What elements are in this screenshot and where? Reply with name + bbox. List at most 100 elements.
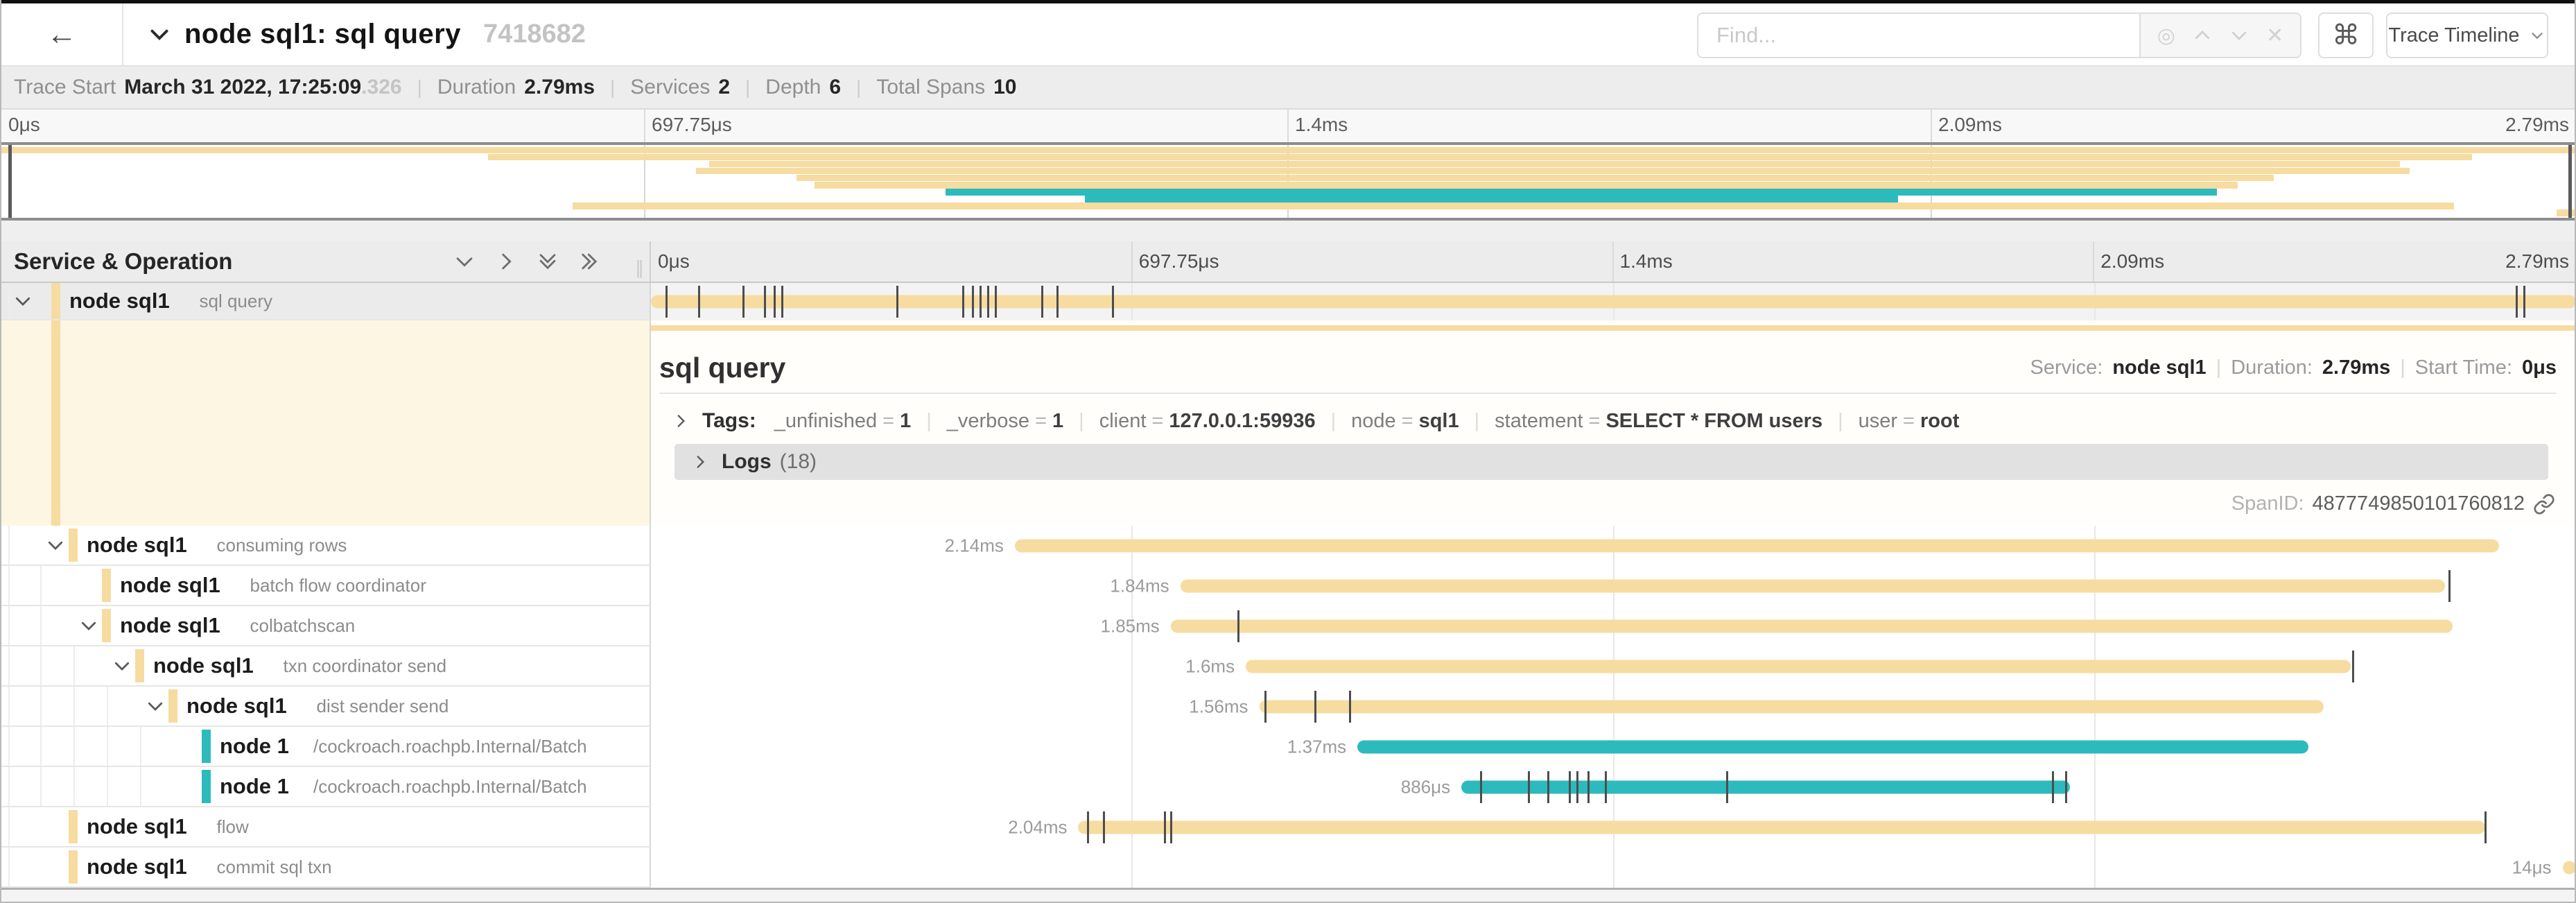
span-row-timeline-cell[interactable]: 1.85ms <box>651 606 2575 646</box>
span-row-name-cell[interactable]: node 1/cockroach.roachpb.Internal/Batch <box>1 727 651 767</box>
span-row[interactable]: node sql1colbatchscan 1.85ms <box>1 606 2575 646</box>
chevron-down-icon <box>2528 26 2546 44</box>
logs-toggle-row[interactable]: Logs (18) <box>675 444 2548 480</box>
span-row[interactable]: node sql1commit sql txn14μs <box>1 848 2575 888</box>
service-color-strip <box>51 283 60 319</box>
expand-all-icon[interactable] <box>577 250 601 273</box>
logs-label: Logs <box>722 450 772 474</box>
span-duration-bar[interactable] <box>1461 781 2070 794</box>
span-expander-chevron-icon[interactable] <box>112 655 132 676</box>
trace-minimap[interactable] <box>1 142 2575 221</box>
service-name: node sql1 <box>87 854 187 879</box>
span-row-timeline-cell[interactable]: 2.14ms <box>651 526 2575 566</box>
span-duration-bar[interactable] <box>1260 700 2324 714</box>
span-row-timeline-cell[interactable]: 1.6ms <box>651 646 2575 687</box>
minimap-right-drag-handle[interactable] <box>2568 145 2572 218</box>
span-row-name-cell[interactable]: node 1/cockroach.roachpb.Internal/Batch <box>1 767 651 807</box>
span-event-tick <box>665 286 668 318</box>
span-expander-chevron-icon[interactable] <box>145 696 166 716</box>
collapse-all-icon[interactable] <box>536 250 559 273</box>
service-color-strip <box>168 689 177 723</box>
depth-value: 6 <box>829 76 841 99</box>
span-row-timeline-cell[interactable] <box>651 283 2575 320</box>
span-event-tick <box>1349 691 1351 723</box>
span-row-timeline-cell[interactable]: 1.37ms <box>651 727 2575 767</box>
find-prev-icon[interactable] <box>2192 25 2213 46</box>
span-event-tick <box>2448 570 2451 602</box>
tags-toggle-row[interactable]: Tags: _unfinished=1|_verbose=1|client=12… <box>672 409 1959 433</box>
tree-depth-guide <box>8 767 10 806</box>
find-input[interactable] <box>1697 12 2141 58</box>
span-row-timeline-cell[interactable]: 14μs <box>651 848 2575 888</box>
tag-value: sql1 <box>1419 410 1459 432</box>
keyboard-shortcuts-button[interactable]: ⌘ <box>2318 12 2374 58</box>
span-row-name-cell[interactable]: node sql1sql query <box>1 283 651 320</box>
collapse-trace-chevron-icon[interactable] <box>147 22 172 47</box>
trace-view-dropdown[interactable]: Trace Timeline <box>2386 12 2548 58</box>
span-row-selected[interactable]: node sql1sql query <box>1 283 2575 320</box>
span-row-timeline-cell[interactable]: 1.84ms <box>651 566 2575 606</box>
span-expander-chevron-icon[interactable] <box>78 615 99 636</box>
span-id-value: 4877749850101760812 <box>2313 492 2525 515</box>
span-link-icon[interactable] <box>2533 493 2555 515</box>
span-duration-bar[interactable] <box>1078 821 2485 834</box>
span-duration-bar[interactable] <box>651 295 2575 309</box>
span-row-timeline-cell[interactable]: 886μs <box>651 767 2575 807</box>
span-row-name-cell[interactable]: node sql1dist sender send <box>1 687 651 727</box>
span-row[interactable]: node 1/cockroach.roachpb.Internal/Batch1… <box>1 727 2575 767</box>
span-row[interactable]: node 1/cockroach.roachpb.Internal/Batch 8… <box>1 767 2575 807</box>
expand-one-icon[interactable] <box>494 250 518 273</box>
tree-depth-guide <box>140 727 141 766</box>
tag-item: _unfinished=1 <box>774 410 911 432</box>
span-duration-bar[interactable] <box>1181 580 2445 593</box>
timeline-gridline <box>1131 848 1133 888</box>
minimap-span-row <box>1 189 2575 196</box>
tree-depth-guide <box>8 848 10 886</box>
span-duration-bar[interactable] <box>1246 660 2351 673</box>
span-event-tick <box>2484 811 2487 843</box>
minimap-left-drag-handle[interactable] <box>8 145 12 218</box>
span-row-timeline-cell[interactable]: 1.56ms <box>651 687 2575 727</box>
back-button[interactable]: ← <box>1 3 123 65</box>
tag-item: statement=SELECT * FROM users <box>1495 410 1822 432</box>
find-next-icon[interactable] <box>2229 25 2249 46</box>
span-row-name-cell[interactable]: node sql1colbatchscan <box>1 606 651 646</box>
span-detail-header[interactable]: sql query Service:node sql1 | Duration:2… <box>659 348 2557 394</box>
span-row-name-cell[interactable]: node sql1batch flow coordinator <box>1 566 651 606</box>
span-row[interactable]: node sql1txn coordinator send1.6ms <box>1 646 2575 687</box>
tree-depth-guide <box>40 566 42 605</box>
span-row[interactable]: node sql1consuming rows2.14ms <box>1 526 2575 566</box>
span-duration-bar[interactable] <box>2563 861 2575 875</box>
ruler-gridline <box>1612 241 1614 282</box>
service-name: node sql1 <box>120 613 220 638</box>
time-tick-label: 0μs <box>8 114 40 136</box>
collapse-one-icon[interactable] <box>453 250 476 273</box>
span-row[interactable]: node sql1batch flow coordinator 1.84ms <box>1 566 2575 606</box>
span-row-name-cell[interactable]: node sql1flow <box>1 807 651 848</box>
find-clear-icon[interactable]: ✕ <box>2266 24 2283 48</box>
time-tick-label: 2.79ms <box>2505 250 2569 273</box>
span-duration-bar[interactable] <box>1357 741 2308 754</box>
span-row[interactable]: node sql1dist sender send1.56ms <box>1 687 2575 727</box>
command-icon: ⌘ <box>2332 19 2360 51</box>
span-expander-chevron-icon[interactable] <box>12 291 33 311</box>
span-row-name-cell[interactable]: node sql1commit sql txn <box>1 848 651 888</box>
spans-time-ruler: 0μs697.75μs1.4ms2.09ms2.79ms <box>651 241 2575 282</box>
span-duration-label: 1.85ms <box>1101 616 1160 637</box>
find-match-icon[interactable]: ◎ <box>2157 24 2175 48</box>
time-tick-label: 2.09ms <box>2100 250 2164 273</box>
span-duration-bar[interactable] <box>1015 540 2499 553</box>
trace-view-dropdown-label: Trace Timeline <box>2388 24 2519 47</box>
span-row[interactable]: node sql1flow2.04ms <box>1 807 2575 848</box>
span-row-name-cell[interactable]: node sql1consuming rows <box>1 526 651 566</box>
span-row-timeline-cell[interactable]: 2.04ms <box>651 807 2575 848</box>
span-row-name-cell[interactable]: node sql1txn coordinator send <box>1 646 651 687</box>
span-expander-chevron-icon[interactable] <box>45 535 66 556</box>
column-resize-handle[interactable]: ∥ <box>635 257 644 279</box>
span-duration-label: 886μs <box>1401 777 1450 798</box>
service-color-strip <box>202 730 211 763</box>
span-duration-bar[interactable] <box>1171 620 2453 633</box>
span-duration-label: 1.84ms <box>1110 576 1169 597</box>
span-detail-left-highlight[interactable] <box>1 320 651 526</box>
minimap-span-row <box>1 203 2575 209</box>
